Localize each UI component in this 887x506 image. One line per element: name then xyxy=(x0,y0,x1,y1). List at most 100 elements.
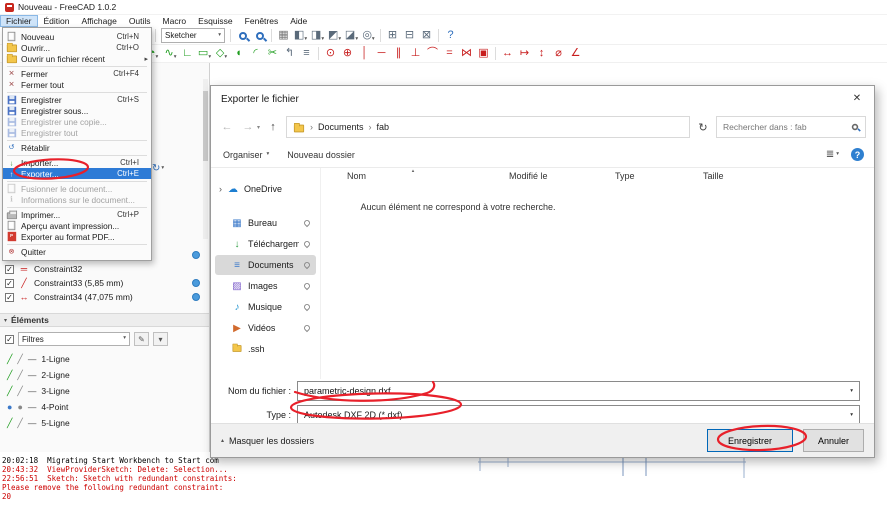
column-header-nom[interactable]: Nom ▴ xyxy=(347,168,509,181)
element-row[interactable]: ╱ ╱ — 1-Ligne xyxy=(0,351,209,367)
menubar-fenetres[interactable]: Fenêtres xyxy=(239,15,285,27)
menubar-esquisse[interactable]: Esquisse xyxy=(192,15,239,27)
menubar-aide[interactable]: Aide xyxy=(284,15,313,27)
up-button[interactable]: ↑ xyxy=(265,121,281,133)
view-options-button[interactable]: ≣ ▾ xyxy=(826,149,839,160)
workbench-selector[interactable]: Sketcher ▾ xyxy=(161,28,225,43)
panel-refresh-button[interactable]: ↻ ▾ xyxy=(152,163,164,174)
file-menu-item-quitter[interactable]: ⊗ Quitter xyxy=(3,246,151,257)
external-geometry-icon[interactable]: ↰ xyxy=(281,45,298,62)
constraint-symmetric-icon[interactable]: ⋈ xyxy=(458,45,475,62)
menubar-fichier[interactable]: Fichier xyxy=(0,15,38,27)
dimension-angle-icon[interactable]: ∠ xyxy=(567,45,584,62)
view-right-icon[interactable]: ◪ ▾ xyxy=(343,27,360,44)
element-row[interactable]: ● ● — 4-Point xyxy=(0,399,209,415)
constraint-parallel-icon[interactable]: ∥ xyxy=(390,45,407,62)
whats-this-icon[interactable]: ? xyxy=(442,27,459,44)
dimension-distance-icon[interactable]: ↔ xyxy=(499,45,516,62)
file-menu-item-exporter[interactable]: ↑ Exporter... Ctrl+E xyxy=(3,168,151,179)
file-menu-item-exporter-au-format-pdf[interactable]: Exporter au format PDF... xyxy=(3,231,151,242)
constraint-point-on-object-icon[interactable]: ⊕ xyxy=(339,45,356,62)
column-header-modifie-le[interactable]: Modifié le xyxy=(509,171,615,181)
sidebar-item-ssh[interactable]: .ssh xyxy=(215,339,316,359)
file-menu-item-enregistrer-une-copie[interactable]: Enregistrer une copie... xyxy=(3,116,151,127)
trim-edge-icon[interactable]: ✂ xyxy=(264,45,281,62)
address-bar[interactable]: › Documents › fab xyxy=(286,116,690,138)
texture-icon[interactable]: ⊠ xyxy=(418,27,435,44)
filter-checkbox[interactable]: ✓ xyxy=(5,334,14,344)
dimension-horizontal-icon[interactable]: ↦ xyxy=(516,45,533,62)
constraint-perpendicular-icon[interactable]: ⊥ xyxy=(407,45,424,62)
recent-locations-button[interactable]: ▾ xyxy=(257,124,260,131)
dimension-vertical-icon[interactable]: ↕ xyxy=(533,45,550,62)
organize-button[interactable]: Organiser ▾ xyxy=(223,150,269,160)
constraint-vertical-icon[interactable]: │ xyxy=(356,45,373,62)
constraint-checkbox[interactable]: ✓ xyxy=(5,292,14,302)
element-row[interactable]: ╱ ╱ — 3-Ligne xyxy=(0,383,209,399)
back-button[interactable]: ← xyxy=(219,121,235,133)
filter-dropdown[interactable]: Filtres ▾ xyxy=(18,332,130,346)
column-header-taille[interactable]: Taille xyxy=(703,171,763,181)
sidebar-item-documents[interactable]: ≡ Documents xyxy=(215,255,316,275)
create-slot-icon[interactable]: ◖ xyxy=(230,45,247,62)
filename-combobox[interactable]: ▾ xyxy=(297,381,860,401)
menubar-affichage[interactable]: Affichage xyxy=(76,15,123,27)
constraint-equal-icon[interactable]: = xyxy=(441,45,458,62)
file-menu-item-fermer-tout[interactable]: ✕ Fermer tout xyxy=(3,79,151,90)
constraint-tangent-icon[interactable]: ⌒ xyxy=(424,45,441,62)
clipping-plane-icon[interactable]: ⊟ xyxy=(401,27,418,44)
file-menu-item-fusionner-le-document[interactable]: Fusionner le document... xyxy=(3,183,151,194)
element-row[interactable]: ╱ ╱ — 5-Ligne xyxy=(0,415,209,431)
file-menu-item-enregistrer[interactable]: Enregistrer Ctrl+S xyxy=(3,94,151,105)
zoom-fit-icon[interactable] xyxy=(234,27,251,44)
file-menu-item-enregistrer-tout[interactable]: Enregistrer tout xyxy=(3,127,151,138)
draw-style-icon[interactable]: ◎ ▾ xyxy=(360,27,377,44)
dialog-title-bar[interactable]: Exporter le fichier ✕ xyxy=(211,86,874,112)
search-box[interactable]: Rechercher dans : fab xyxy=(716,116,866,138)
elements-options-button[interactable]: ▾ xyxy=(153,332,168,346)
constraint-row[interactable]: ✓ ↔ Constraint34 (47,075 mm) xyxy=(0,290,202,304)
elements-edit-button[interactable]: ✎ xyxy=(134,332,149,346)
new-folder-button[interactable]: Nouveau dossier xyxy=(287,150,355,160)
constraint-coincident-icon[interactable]: ⊙ xyxy=(322,45,339,62)
view-top-icon[interactable]: ◩ ▾ xyxy=(326,27,343,44)
sidebar-item-bureau[interactable]: ▦ Bureau xyxy=(215,213,316,233)
forward-button[interactable]: → xyxy=(240,121,256,133)
create-fillet-icon[interactable]: ◜ xyxy=(247,45,264,62)
box-select-icon[interactable]: ▦ xyxy=(275,27,292,44)
file-menu-item-enregistrer-sous[interactable]: Enregistrer sous... xyxy=(3,105,151,116)
dimension-radius-icon[interactable]: ⌀ xyxy=(550,45,567,62)
title-bar[interactable]: Nouveau - FreeCAD 1.0.2 xyxy=(0,0,887,15)
constraint-row[interactable]: ✓ ╱ Constraint33 (5,85 mm) xyxy=(0,276,202,290)
constraint-horizontal-icon[interactable]: ─ xyxy=(373,45,390,62)
menubar-edition[interactable]: Édition xyxy=(38,15,76,27)
view-isometric-icon[interactable]: ◧ ▾ xyxy=(292,27,309,44)
constraint-checkbox[interactable]: ✓ xyxy=(5,264,14,274)
help-icon[interactable]: ? xyxy=(851,148,864,161)
element-row[interactable]: ╱ ╱ — 2-Ligne xyxy=(0,367,209,383)
create-bspline-icon[interactable]: ∿ ▾ xyxy=(162,45,179,62)
create-polyline-icon[interactable]: ∟ xyxy=(179,45,196,62)
file-menu-item-nouveau[interactable]: Nouveau Ctrl+N xyxy=(3,31,151,42)
constraint-checkbox[interactable]: ✓ xyxy=(5,278,14,288)
create-rectangle-icon[interactable]: ▭ ▾ xyxy=(196,45,213,62)
carbon-copy-icon[interactable]: ≡ xyxy=(298,45,315,62)
create-polygon-icon[interactable]: ◇ ▾ xyxy=(213,45,230,62)
sidebar-item-musique[interactable]: ♪ Musique xyxy=(215,297,316,317)
file-menu-item-apercu-avant-impression[interactable]: Aperçu avant impression... xyxy=(3,220,151,231)
file-menu-item-retablir[interactable]: ↺ Rétablir xyxy=(3,142,151,153)
scrollbar-thumb[interactable] xyxy=(203,91,208,161)
breadcrumb-documents[interactable]: Documents xyxy=(318,122,364,132)
view-front-icon[interactable]: ◨ ▾ xyxy=(309,27,326,44)
save-button[interactable]: Enregistrer xyxy=(706,429,793,452)
file-menu-item-informations-sur-le-document[interactable]: ℹ Informations sur le document... xyxy=(3,194,151,205)
elements-section-header[interactable]: ▾ Éléments xyxy=(0,313,209,327)
measure-icon[interactable]: ⊞ xyxy=(384,27,401,44)
file-menu-item-imprimer[interactable]: Imprimer... Ctrl+P xyxy=(3,209,151,220)
file-menu-item-ouvrir-un-fichier-recent[interactable]: Ouvrir un fichier récent ▸ xyxy=(3,53,151,64)
menubar-outils[interactable]: Outils xyxy=(123,15,157,27)
file-menu-item-ouvrir[interactable]: Ouvrir... Ctrl+O xyxy=(3,42,151,53)
hide-folders-button[interactable]: ▴ Masquer les dossiers xyxy=(221,436,314,446)
file-menu-item-importer[interactable]: ↓ Importer... Ctrl+I xyxy=(3,157,151,168)
breadcrumb-fab[interactable]: fab xyxy=(377,122,390,132)
